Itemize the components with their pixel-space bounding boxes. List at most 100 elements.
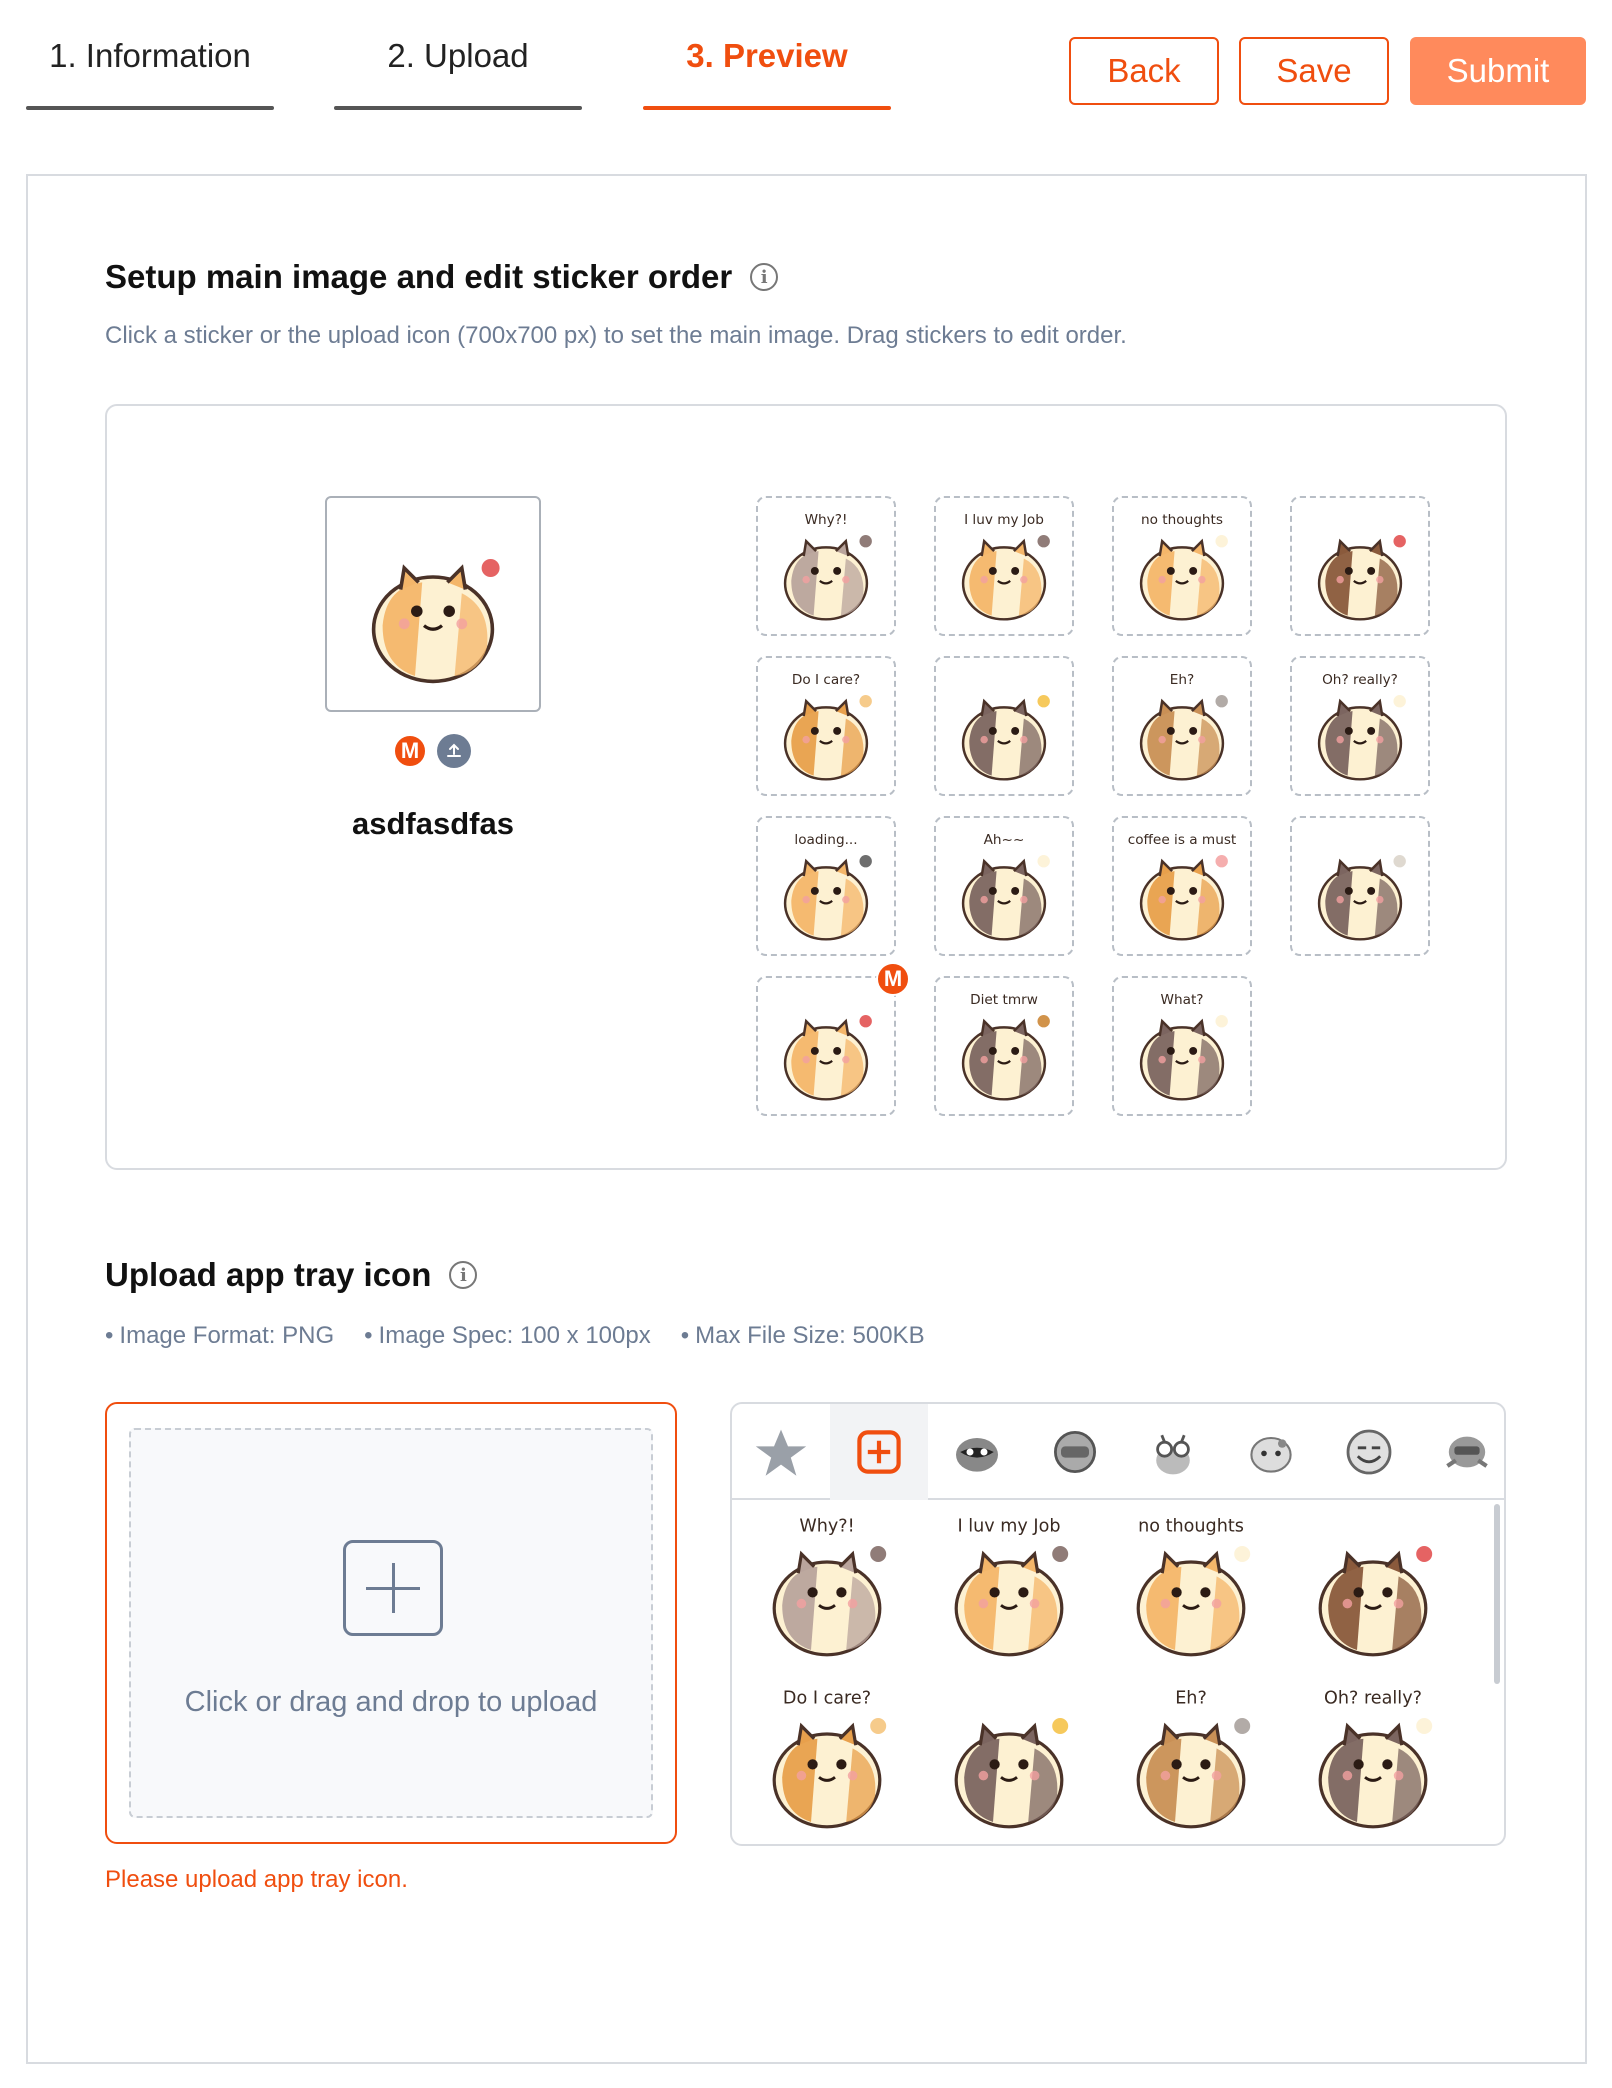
sticker-tile[interactable]: Diet tmrw <box>934 976 1074 1116</box>
sticker-tile[interactable]: Ah~~ <box>934 816 1074 956</box>
sticker-image <box>1317 855 1406 941</box>
sticker-image: Why?! <box>772 1517 887 1657</box>
sticker-tile[interactable]: no thoughts <box>1112 496 1252 636</box>
tray-tab-smile[interactable] <box>1320 1404 1418 1500</box>
bug-eyes-icon <box>1156 1434 1190 1475</box>
tray-section-title: Upload app tray icon i <box>105 1256 478 1294</box>
sticker-tile[interactable] <box>934 656 1074 796</box>
svg-text:loading...: loading... <box>794 832 857 848</box>
tray-sticker[interactable]: Do I care? <box>742 1678 912 1838</box>
sticker-image <box>961 695 1050 781</box>
step-information[interactable]: 1. Information <box>26 30 274 110</box>
sticker-image <box>783 1015 872 1101</box>
tray-tab-bug-eyes[interactable] <box>1124 1404 1222 1500</box>
spec-format: Image Format: PNG <box>105 1322 334 1350</box>
main-badge: M <box>393 734 427 768</box>
svg-text:Diet tmrw: Diet tmrw <box>970 992 1038 1008</box>
svg-text:Eh?: Eh? <box>1170 672 1194 688</box>
svg-text:I luv my Job: I luv my Job <box>964 512 1044 528</box>
tray-title-text: Upload app tray icon <box>105 1256 432 1293</box>
main-badge: M <box>876 962 910 996</box>
sticker-image: I luv my Job <box>954 1517 1069 1657</box>
sticker-image: no thoughts <box>1136 1517 1251 1657</box>
error-message: Please upload app tray icon. <box>105 1866 408 1893</box>
sticker-tile[interactable]: M <box>756 962 910 1116</box>
tray-preview: Why?! I luv my Job no thoughts Do I care? Eh… <box>730 1402 1506 1846</box>
sticker-tile[interactable]: I luv my Job <box>934 496 1074 636</box>
scrollbar[interactable] <box>1494 1504 1500 1684</box>
raccoon-icon <box>956 1438 998 1472</box>
spec-size: Image Spec: 100 x 100px <box>364 1322 651 1350</box>
upload-icon <box>447 743 461 757</box>
step-upload[interactable]: 2. Upload <box>334 30 582 110</box>
sticker-tile[interactable] <box>1290 496 1430 636</box>
tray-tab-raccoon[interactable] <box>928 1404 1026 1500</box>
sticker-tile[interactable]: loading... <box>756 816 896 956</box>
svg-text:Why?!: Why?! <box>799 1517 854 1537</box>
svg-text:coffee is a must: coffee is a must <box>1128 832 1237 848</box>
tray-sticker[interactable] <box>924 1678 1094 1838</box>
step-preview[interactable]: 3. Preview <box>643 30 891 110</box>
step-label: 2. Upload <box>387 37 529 74</box>
sticker-tile[interactable]: Oh? really? <box>1290 656 1430 796</box>
sticker-image: Ah~~ <box>961 832 1050 941</box>
sticker-image: Diet tmrw <box>961 992 1050 1101</box>
tray-tab-add[interactable] <box>830 1404 928 1500</box>
main-image-frame[interactable] <box>325 496 541 712</box>
sticker-tile[interactable]: Why?! <box>756 496 896 636</box>
svg-text:Oh? really?: Oh? really? <box>1324 1689 1422 1709</box>
svg-text:Eh?: Eh? <box>1175 1689 1207 1709</box>
back-button[interactable]: Back <box>1069 37 1219 105</box>
svg-text:no thoughts: no thoughts <box>1141 512 1223 528</box>
sticker-tile[interactable]: Eh? <box>1112 656 1252 796</box>
sticker-image <box>954 1718 1069 1829</box>
svg-text:Oh? really?: Oh? really? <box>1322 672 1398 688</box>
sticker-image <box>1317 535 1406 621</box>
step-underline <box>26 106 274 110</box>
tray-sticker[interactable]: Why?! <box>742 1506 912 1666</box>
sticker-tile[interactable]: Do I care? <box>756 656 896 796</box>
info-icon[interactable]: i <box>449 1261 478 1289</box>
svg-text:Do I care?: Do I care? <box>783 1689 871 1709</box>
svg-text:What?: What? <box>1160 992 1203 1008</box>
step-label: 1. Information <box>49 37 251 74</box>
sticker-tile[interactable] <box>1290 816 1430 956</box>
sticker-tile[interactable]: coffee is a must <box>1112 816 1252 956</box>
svg-text:no thoughts: no thoughts <box>1138 1517 1244 1537</box>
tray-sticker[interactable] <box>1288 1506 1458 1666</box>
setup-title-text: Setup main image and edit sticker order <box>105 258 733 295</box>
tray-sticker[interactable]: Oh? really? <box>1288 1678 1458 1838</box>
save-button[interactable]: Save <box>1239 37 1389 105</box>
tray-icon-upload[interactable]: Click or drag and drop to upload <box>105 1402 677 1844</box>
tray-sticker[interactable]: Eh? <box>1106 1678 1276 1838</box>
sticker-image: I luv my Job <box>961 512 1050 621</box>
info-icon[interactable]: i <box>750 263 779 291</box>
tray-tab-bar <box>732 1404 1504 1500</box>
submit-button[interactable]: Submit <box>1410 37 1586 105</box>
tray-sticker[interactable]: I luv my Job <box>924 1506 1094 1666</box>
tray-tab-star[interactable] <box>732 1404 830 1500</box>
step-underline <box>643 106 891 110</box>
svg-text:I luv my Job: I luv my Job <box>957 1517 1060 1537</box>
tray-sticker-grid: Why?! I luv my Job no thoughts Do I care? Eh… <box>732 1500 1490 1844</box>
dropzone[interactable]: Click or drag and drop to upload <box>129 1428 653 1818</box>
tray-spec-list: Image Format: PNG Image Spec: 100 x 100p… <box>105 1322 924 1350</box>
sticker-pack-name: asdfasdfas <box>352 806 514 841</box>
cat-icon <box>1250 1436 1292 1473</box>
sticker-image: coffee is a must <box>1128 832 1237 941</box>
sticker-image: Do I care? <box>783 672 872 781</box>
svg-text:Why?!: Why?! <box>805 512 848 528</box>
helmet-icon <box>1054 1431 1096 1473</box>
dropzone-text: Click or drag and drop to upload <box>184 1686 598 1718</box>
tray-tab-cat[interactable] <box>1222 1404 1320 1500</box>
tray-tab-helmet[interactable] <box>1026 1404 1124 1500</box>
upload-main-image-button[interactable] <box>437 734 471 768</box>
sticker-image: loading... <box>783 832 872 941</box>
step-underline <box>334 106 582 110</box>
setup-subtitle: Click a sticker or the upload icon (700x… <box>105 322 1127 349</box>
add-icon <box>343 1540 443 1636</box>
tray-tab-robot[interactable] <box>1418 1404 1504 1500</box>
tray-sticker[interactable]: no thoughts <box>1106 1506 1276 1666</box>
step-label: 3. Preview <box>686 37 848 74</box>
sticker-tile[interactable]: What? <box>1112 976 1252 1116</box>
